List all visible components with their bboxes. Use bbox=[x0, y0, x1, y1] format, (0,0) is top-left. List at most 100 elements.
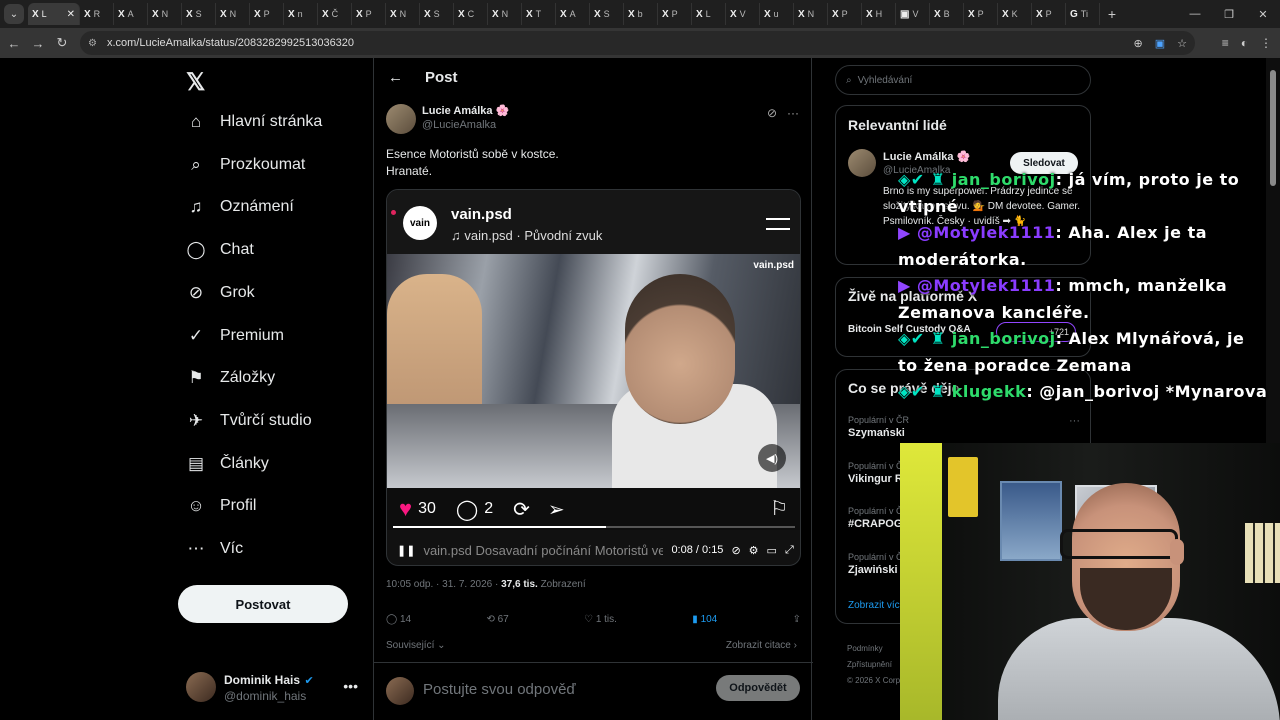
profile-icon[interactable]: ◐ bbox=[1241, 36, 1248, 50]
more-icon[interactable]: ••• bbox=[343, 678, 358, 694]
post-timestamp[interactable]: 10:05 odp. · 31. 7. 2026 · bbox=[386, 579, 501, 590]
pause-icon[interactable]: ❚❚ bbox=[397, 544, 415, 557]
browser-tab[interactable]: XN bbox=[488, 3, 522, 25]
browser-tab[interactable]: XČ bbox=[318, 3, 352, 25]
browser-tab[interactable]: XA bbox=[114, 3, 148, 25]
reload-icon[interactable]: ↻ bbox=[50, 35, 74, 51]
bookmark-star-icon[interactable]: ☆ bbox=[1177, 37, 1187, 50]
browser-tab[interactable]: Xb bbox=[624, 3, 658, 25]
nav-item[interactable]: ✈ Tvůrčí studio bbox=[186, 406, 312, 436]
nav-item[interactable]: ◯ Chat bbox=[186, 235, 253, 265]
browser-tab[interactable]: XP bbox=[352, 3, 386, 25]
browser-menu-icon[interactable]: ⋮ bbox=[1260, 36, 1272, 50]
author-name[interactable]: Lucie Amálka 🌸 bbox=[422, 104, 509, 117]
browser-tab[interactable]: Xn bbox=[284, 3, 318, 25]
reply-button[interactable]: ◯ 14 bbox=[386, 614, 411, 630]
browser-tab[interactable]: XA bbox=[556, 3, 590, 25]
browser-tab[interactable]: XN bbox=[148, 3, 182, 25]
browser-tab[interactable]: XS bbox=[420, 3, 454, 25]
browser-tab[interactable]: XK bbox=[998, 3, 1032, 25]
browser-tab[interactable]: XS bbox=[590, 3, 624, 25]
browser-tab[interactable]: XP bbox=[658, 3, 692, 25]
browser-tab[interactable]: XP bbox=[828, 3, 862, 25]
browser-tab[interactable]: X L ✕ bbox=[28, 3, 80, 25]
avatar[interactable] bbox=[848, 149, 876, 177]
minimize-icon[interactable]: — bbox=[1178, 0, 1212, 28]
avatar[interactable] bbox=[386, 104, 416, 134]
tab-title: L bbox=[705, 9, 711, 19]
back-arrow-icon[interactable]: ← bbox=[388, 69, 403, 86]
browser-tab[interactable]: XH bbox=[862, 3, 896, 25]
browser-tab[interactable]: XR bbox=[80, 3, 114, 25]
new-tab-button[interactable]: + bbox=[1100, 6, 1124, 22]
nav-item[interactable]: ⚑ Záložky bbox=[186, 363, 275, 393]
browser-tab[interactable]: ▣ V bbox=[896, 3, 930, 25]
view-quotes-link[interactable]: Zobrazit citace › bbox=[726, 640, 797, 651]
grok-icon[interactable]: ⊘ bbox=[767, 106, 777, 120]
nav-item[interactable]: ♫ Oznámení bbox=[186, 192, 294, 222]
share-icon[interactable]: ⇪ bbox=[793, 614, 801, 630]
close-tab-icon[interactable]: ✕ bbox=[67, 9, 75, 20]
post-author[interactable]: Lucie Amálka 🌸 @LucieAmalka bbox=[386, 104, 509, 134]
browser-tab[interactable]: XP bbox=[964, 3, 998, 25]
url-field[interactable]: ⚙ x.com/LucieAmalka/status/2083282992513… bbox=[80, 31, 1195, 55]
more-icon[interactable]: ··· bbox=[787, 106, 799, 120]
browser-tab[interactable]: XB bbox=[930, 3, 964, 25]
browser-tab[interactable]: XT bbox=[522, 3, 556, 25]
repost-button[interactable]: ⟲ 67 bbox=[486, 614, 508, 630]
browser-tab[interactable]: XP bbox=[250, 3, 284, 25]
browser-tab[interactable]: G Ti bbox=[1066, 3, 1100, 25]
settings-icon[interactable]: ⚙ bbox=[749, 544, 759, 557]
footer-link[interactable]: Zpřístupnění bbox=[847, 657, 902, 673]
nav-item[interactable]: ⌂ Hlavní stránka bbox=[186, 107, 322, 137]
reply-submit-button[interactable]: Odpovědět bbox=[716, 675, 800, 701]
more-icon[interactable]: ··· bbox=[1069, 415, 1080, 427]
reading-list-icon[interactable]: ≡ bbox=[1222, 36, 1229, 50]
show-more-link[interactable]: Zobrazit víc bbox=[848, 600, 900, 611]
nav-item[interactable]: ✓ Premium bbox=[186, 321, 284, 351]
zoom-icon[interactable]: ⊕ bbox=[1134, 37, 1143, 50]
trend-item[interactable]: Populární v ČR Szymański bbox=[848, 415, 909, 439]
close-window-icon[interactable]: ✕ bbox=[1246, 0, 1280, 28]
like-button[interactable]: ♡ 1 tis. bbox=[584, 614, 617, 630]
nav-item[interactable]: ▤ Články bbox=[186, 449, 269, 479]
related-dropdown[interactable]: Související ⌄ bbox=[386, 640, 446, 651]
search-input[interactable]: ⌕ Vyhledávání bbox=[835, 65, 1091, 95]
fullscreen-icon[interactable]: ⤢ bbox=[785, 544, 794, 557]
browser-tab[interactable]: XP bbox=[1032, 3, 1066, 25]
tab-search-button[interactable]: ⌄ bbox=[4, 4, 24, 24]
scrollbar-thumb[interactable] bbox=[1270, 70, 1276, 186]
forward-arrow-icon[interactable]: → bbox=[26, 36, 50, 51]
site-info-icon[interactable]: ⚙ bbox=[88, 38, 97, 49]
account-switcher[interactable]: Dominik Hais ✔ @dominik_hais ••• bbox=[186, 670, 364, 704]
browser-tab[interactable]: XV bbox=[726, 3, 760, 25]
x-logo-icon[interactable]: 𝕏 bbox=[186, 68, 205, 97]
volume-icon[interactable]: ◀) bbox=[758, 444, 786, 472]
reply-input[interactable]: Postujte svou odpověď bbox=[423, 681, 576, 698]
browser-tab[interactable]: XN bbox=[216, 3, 250, 25]
nav-item[interactable]: ⋯ Víc bbox=[186, 534, 244, 564]
pip-icon[interactable]: ▭ bbox=[767, 544, 777, 557]
chat-username: klugekk bbox=[951, 382, 1027, 401]
video-progress-bar[interactable] bbox=[393, 526, 795, 528]
browser-tab[interactable]: XC bbox=[454, 3, 488, 25]
browser-tab[interactable]: XS bbox=[182, 3, 216, 25]
mute-icon[interactable]: ⊘ bbox=[731, 544, 740, 557]
video-player[interactable]: vain vain.psd ♫ vain.psd · Původní zvuk … bbox=[386, 189, 801, 566]
video-frame[interactable]: vain.psd ◀) bbox=[387, 254, 800, 488]
browser-tab[interactable]: XN bbox=[386, 3, 420, 25]
back-arrow-icon[interactable]: ← bbox=[2, 36, 26, 51]
nav-item[interactable]: ⊘ Grok bbox=[186, 278, 255, 308]
author-handle[interactable]: @LucieAmalka bbox=[422, 119, 509, 131]
translate-icon[interactable]: ▣ bbox=[1155, 37, 1165, 50]
nav-item[interactable]: ☺ Profil bbox=[186, 491, 256, 521]
footer-link[interactable]: Podmínky bbox=[847, 641, 902, 657]
browser-tab[interactable]: XN bbox=[794, 3, 828, 25]
browser-tab[interactable]: Xu bbox=[760, 3, 794, 25]
bookmark-button[interactable]: ▮ 104 bbox=[692, 614, 717, 630]
nav-item[interactable]: ⌕ Prozkoumat bbox=[186, 150, 305, 180]
restore-icon[interactable]: ❐ bbox=[1212, 0, 1246, 28]
post-button[interactable]: Postovat bbox=[178, 585, 348, 623]
person-name[interactable]: Lucie Amálka 🌸 bbox=[883, 150, 970, 163]
browser-tab[interactable]: XL bbox=[692, 3, 726, 25]
